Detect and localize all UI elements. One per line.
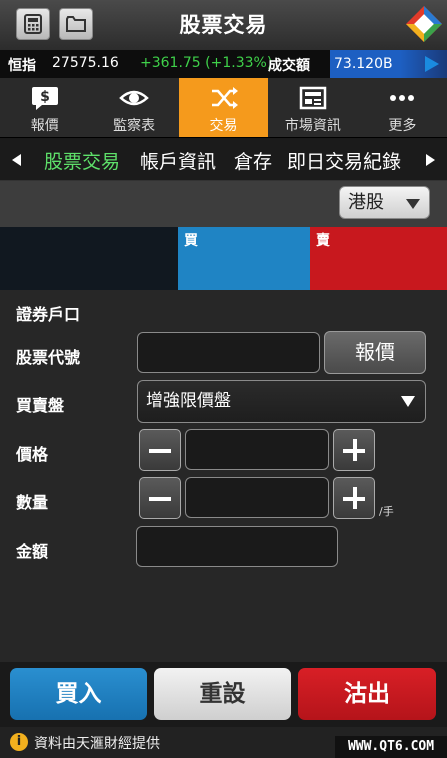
tab-positions[interactable]: 倉存 [234,147,272,174]
order-type-value: 增強限價盤 [146,391,231,411]
news-icon [299,86,327,110]
sub-tabs: 股票交易 帳戶資訊 倉存 即日交易紀錄 [0,139,447,181]
reset-button[interactable]: 重設 [154,668,291,720]
quantity-unit: /手 [379,505,394,518]
index-label: 恒指 [8,58,36,74]
nav-item-watchlist[interactable]: 監察表 [89,78,178,137]
quote-icon: $ [31,87,58,110]
watermark: WWW.QT6.COM [335,736,447,758]
buy-button[interactable]: 買入 [10,668,147,720]
index-change: +361.75 (+1.33%) [140,55,273,71]
stock-code-label: 股票代號 [16,348,81,367]
minus-icon [149,449,171,453]
page-title: 股票交易 [179,13,268,37]
stock-info-area [0,227,178,290]
turnover-label: 成交額 [268,58,310,74]
bid-ask-panel: 買 賣 [0,227,447,290]
tabs-prev-icon[interactable] [12,154,21,166]
nav-item-market-info[interactable]: 市場資訊 [268,78,357,137]
tab-account-info[interactable]: 帳戶資訊 [140,147,216,174]
minus-icon [149,497,171,501]
more-icon [390,95,415,101]
nav-item-trade[interactable]: 交易 [178,78,269,137]
quantity-decrease-button[interactable] [139,477,181,519]
nav-item-quote[interactable]: $ 報價 [0,78,89,137]
market-select[interactable]: 港股 [339,186,430,219]
price-label: 價格 [16,445,49,464]
quantity-increase-button[interactable] [333,477,375,519]
bid-label: 買 [184,233,198,249]
account-label: 證券戶口 [16,305,81,324]
nav-item-label: 監察表 [113,118,156,134]
brand-logo-icon [406,6,442,42]
tabs-next-icon[interactable] [426,154,435,166]
tab-today-orders[interactable]: 即日交易紀錄 [287,147,401,174]
nav-item-label: 市場資訊 [284,118,341,134]
main-nav: $ 報價 監察表 交易 市場資訊 更多 [0,78,447,138]
shuffle-icon [211,87,238,109]
index-value: 27575.16 [52,55,119,71]
eye-icon [119,90,149,106]
chevron-down-icon [406,199,420,209]
tab-stock-trade[interactable]: 股票交易 [44,147,120,174]
order-form: 證券戶口 股票代號 報價 買賣盤 增強限價盤 價格 數量 /手 金額 [0,290,447,662]
market-select-value: 港股 [348,192,384,213]
quote-button[interactable]: 報價 [324,331,426,374]
ticker-next-icon[interactable] [425,56,439,72]
ask-panel: 賣 [310,227,447,290]
index-ticker: 恒指 27575.16 +361.75 (+1.33%) 成交額 73.120B [0,50,447,78]
nav-item-label: 報價 [30,118,59,134]
amount-field [136,526,338,567]
order-type-select[interactable]: 增強限價盤 [137,380,426,423]
ask-label: 賣 [316,233,330,249]
price-increase-button[interactable] [333,429,375,471]
sell-button[interactable]: 沽出 [298,668,436,720]
quantity-input[interactable] [185,477,329,518]
bid-panel: 買 [178,227,310,290]
market-bar: 港股 [0,181,447,227]
nav-item-more[interactable]: 更多 [358,78,447,137]
order-type-label: 買賣盤 [16,396,65,415]
svg-text:$: $ [40,89,50,105]
title-bar: 股票交易 [0,0,447,50]
stock-code-input[interactable] [137,332,320,373]
action-bar: 買入 重設 沽出 [0,662,447,727]
nav-item-label: 交易 [209,118,238,134]
quantity-label: 數量 [16,493,49,512]
amount-label: 金額 [16,542,49,561]
price-input[interactable] [185,429,329,470]
nav-item-label: 更多 [388,118,417,134]
data-source-text: 資料由天滙財經提供 [34,736,160,752]
footer: i 資料由天滙財經提供 WWW.QT6.COM [0,727,447,758]
price-decrease-button[interactable] [139,429,181,471]
info-icon: i [10,733,28,751]
chevron-down-icon [401,396,415,407]
